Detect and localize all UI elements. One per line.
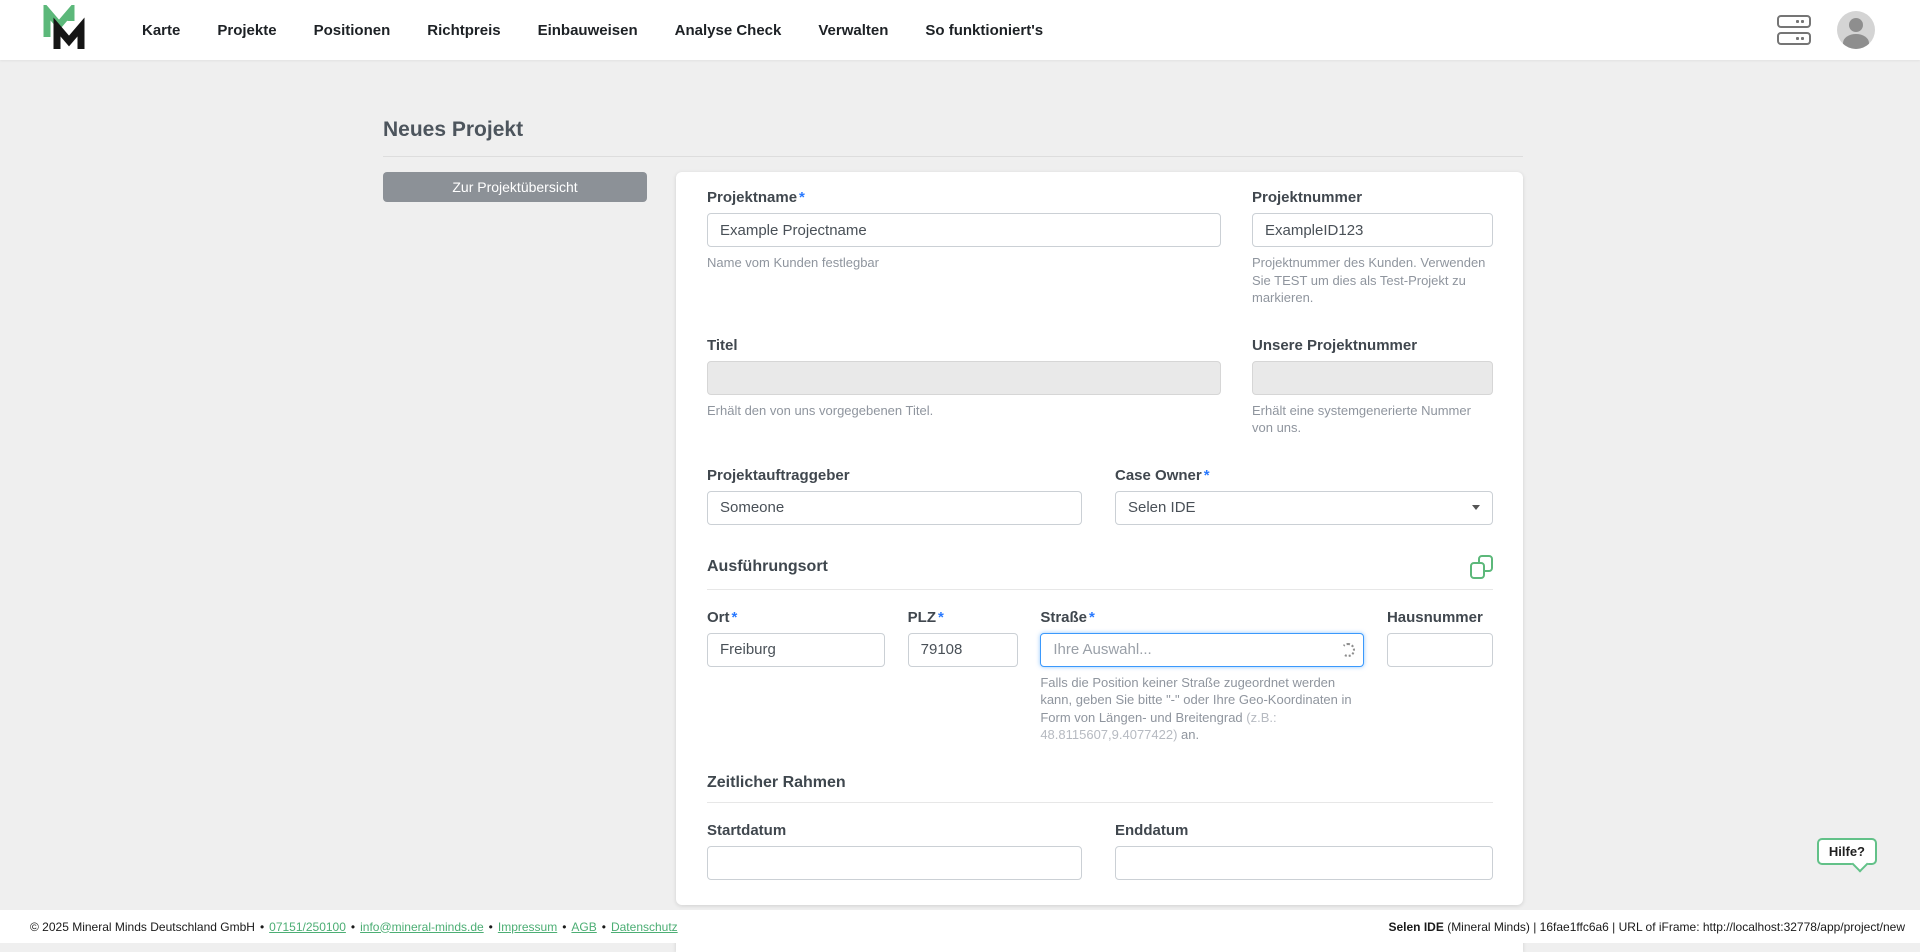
new-project-form-card: Projektname* Name vom Kunden festlegbar … (676, 172, 1523, 905)
projektnummer-helper: Projektnummer des Kunden. Verwenden Sie … (1252, 254, 1493, 307)
startdatum-input[interactable] (707, 846, 1082, 880)
nav-item-so-funktionierts[interactable]: So funktioniert's (925, 22, 1043, 39)
chevron-down-icon (1472, 505, 1480, 510)
required-asterisk: * (732, 609, 738, 626)
projektname-helper: Name vom Kunden festlegbar (707, 254, 1221, 272)
plz-label: PLZ* (908, 609, 1018, 626)
nav-item-verwalten[interactable]: Verwalten (818, 22, 888, 39)
footer-agb-link[interactable]: AGB (571, 920, 596, 934)
user-avatar-icon[interactable] (1837, 11, 1875, 49)
case-owner-select[interactable]: Selen IDE (1115, 491, 1493, 525)
section-divider (707, 589, 1493, 590)
footer-session-info: Selen IDE (Mineral Minds) | 16fae1ffc6a6… (1389, 920, 1906, 934)
server-icon-row (1777, 32, 1811, 45)
projektname-input[interactable] (707, 213, 1221, 247)
unsere-projektnummer-label: Unsere Projektnummer (1252, 337, 1493, 354)
footer-copyright: © 2025 Mineral Minds Deutschland GmbH (30, 920, 255, 934)
titel-helper: Erhält den von uns vorgegebenen Titel. (707, 402, 1221, 420)
footer-datenschutz-link[interactable]: Datenschutz (611, 920, 678, 934)
section-divider (707, 802, 1493, 803)
hausnummer-input[interactable] (1387, 633, 1493, 667)
projektname-label: Projektname* (707, 189, 1221, 206)
footer-left: © 2025 Mineral Minds Deutschland GmbH • … (30, 920, 678, 934)
loading-spinner-icon (1341, 643, 1355, 657)
projektnummer-label: Projektnummer (1252, 189, 1493, 206)
enddatum-input[interactable] (1115, 846, 1493, 880)
avatar-head (1849, 18, 1863, 32)
ort-input[interactable] (707, 633, 885, 667)
mineral-minds-logo-icon[interactable] (40, 4, 96, 56)
nav-item-richtpreis[interactable]: Richtpreis (427, 22, 500, 39)
avatar-body (1843, 34, 1869, 49)
unsere-projektnummer-input (1252, 361, 1493, 395)
footer-separator: • (602, 920, 606, 934)
required-asterisk: * (938, 609, 944, 626)
nav-item-positionen[interactable]: Positionen (314, 22, 391, 39)
server-icon-row (1777, 15, 1811, 28)
ort-label: Ort* (707, 609, 885, 626)
strasse-helper: Falls die Position keiner Straße zugeord… (1040, 674, 1364, 744)
case-owner-label: Case Owner* (1115, 467, 1493, 484)
zeitlicher-rahmen-section-title: Zeitlicher Rahmen (707, 774, 846, 792)
strasse-helper-suffix: an. (1177, 727, 1199, 742)
footer: © 2025 Mineral Minds Deutschland GmbH • … (0, 910, 1920, 943)
page-title: Neues Projekt (383, 118, 1523, 142)
plz-input[interactable] (908, 633, 1018, 667)
titel-label: Titel (707, 337, 1221, 354)
footer-separator: • (351, 920, 355, 934)
required-asterisk: * (799, 189, 805, 206)
footer-email-link[interactable]: info@mineral-minds.de (360, 920, 484, 934)
titel-input (707, 361, 1221, 395)
footer-separator: • (260, 920, 264, 934)
server-icon[interactable] (1777, 15, 1811, 45)
page-content: Neues Projekt Zur Projektübersicht Proje… (383, 60, 1523, 952)
footer-separator: • (562, 920, 566, 934)
strasse-label-text: Straße (1040, 609, 1087, 626)
projektauftraggeber-label: Projektauftraggeber (707, 467, 1082, 484)
plz-label-text: PLZ (908, 609, 936, 626)
copy-icon[interactable] (1470, 555, 1493, 579)
enddatum-label: Enddatum (1115, 822, 1493, 839)
footer-phone-link[interactable]: 07151/250100 (269, 920, 346, 934)
back-to-project-overview-button[interactable]: Zur Projektübersicht (383, 172, 647, 202)
footer-app-name: Selen IDE (1389, 920, 1444, 934)
projektname-label-text: Projektname (707, 189, 797, 206)
nav-item-karte[interactable]: Karte (142, 22, 180, 39)
unsere-projektnummer-helper: Erhält eine systemgenerierte Nummer von … (1252, 402, 1493, 437)
help-button[interactable]: Hilfe? (1817, 838, 1877, 865)
projektauftraggeber-input[interactable] (707, 491, 1082, 525)
required-asterisk: * (1089, 609, 1095, 626)
copy-icon-front (1470, 562, 1485, 579)
startdatum-label: Startdatum (707, 822, 1082, 839)
main-nav: Karte Projekte Positionen Richtpreis Ein… (142, 22, 1043, 39)
title-divider (383, 156, 1523, 157)
nav-item-analyse-check[interactable]: Analyse Check (675, 22, 782, 39)
footer-separator: • (489, 920, 493, 934)
required-asterisk: * (1204, 467, 1210, 484)
ort-label-text: Ort (707, 609, 730, 626)
left-column: Zur Projektübersicht (383, 172, 647, 202)
case-owner-label-text: Case Owner (1115, 467, 1202, 484)
footer-impressum-link[interactable]: Impressum (498, 920, 557, 934)
footer-session-details: (Mineral Minds) | 16fae1ffc6a6 | URL of … (1444, 920, 1905, 934)
case-owner-selected-value: Selen IDE (1128, 499, 1196, 516)
strasse-input[interactable] (1040, 633, 1364, 667)
strasse-helper-text: Falls die Position keiner Straße zugeord… (1040, 675, 1351, 725)
ausfuehrungsort-section-title: Ausführungsort (707, 558, 828, 576)
nav-item-einbauweisen[interactable]: Einbauweisen (538, 22, 638, 39)
nav-item-projekte[interactable]: Projekte (217, 22, 276, 39)
top-navbar: Karte Projekte Positionen Richtpreis Ein… (0, 0, 1920, 60)
strasse-label: Straße* (1040, 609, 1364, 626)
hausnummer-label: Hausnummer (1387, 609, 1493, 626)
projektnummer-input[interactable] (1252, 213, 1493, 247)
